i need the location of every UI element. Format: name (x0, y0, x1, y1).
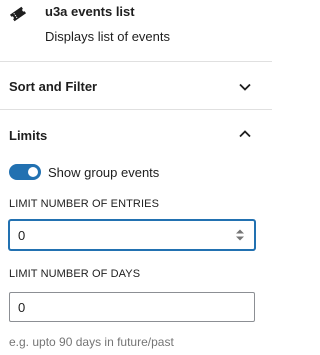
ticket-icon (9, 6, 27, 22)
limit-days-input[interactable] (9, 292, 255, 322)
limit-days-help-text: e.g. upto 90 days in future/past (9, 335, 174, 349)
block-card: u3a events list Displays list of events (0, 0, 272, 61)
block-description: Displays list of events (45, 29, 170, 44)
show-group-events-toggle[interactable] (9, 164, 41, 180)
spinner-arrows-icon[interactable] (234, 227, 246, 243)
limit-days-label: LIMIT NUMBER OF DAYS (9, 268, 141, 280)
show-group-events-label: Show group events (48, 165, 160, 180)
panel-limits-title: Limits (9, 128, 48, 143)
limit-entries-label: LIMIT NUMBER OF ENTRIES (9, 198, 159, 210)
panel-limits-toggle[interactable]: Limits (0, 110, 272, 158)
toggle-knob (28, 167, 38, 177)
chevron-down-icon (239, 83, 251, 91)
chevron-up-icon (239, 130, 251, 138)
block-title: u3a events list (45, 4, 135, 19)
panel-sort-filter-toggle[interactable]: Sort and Filter (0, 62, 272, 110)
panel-sort-filter-title: Sort and Filter (9, 79, 98, 94)
limit-entries-input[interactable] (9, 220, 255, 250)
